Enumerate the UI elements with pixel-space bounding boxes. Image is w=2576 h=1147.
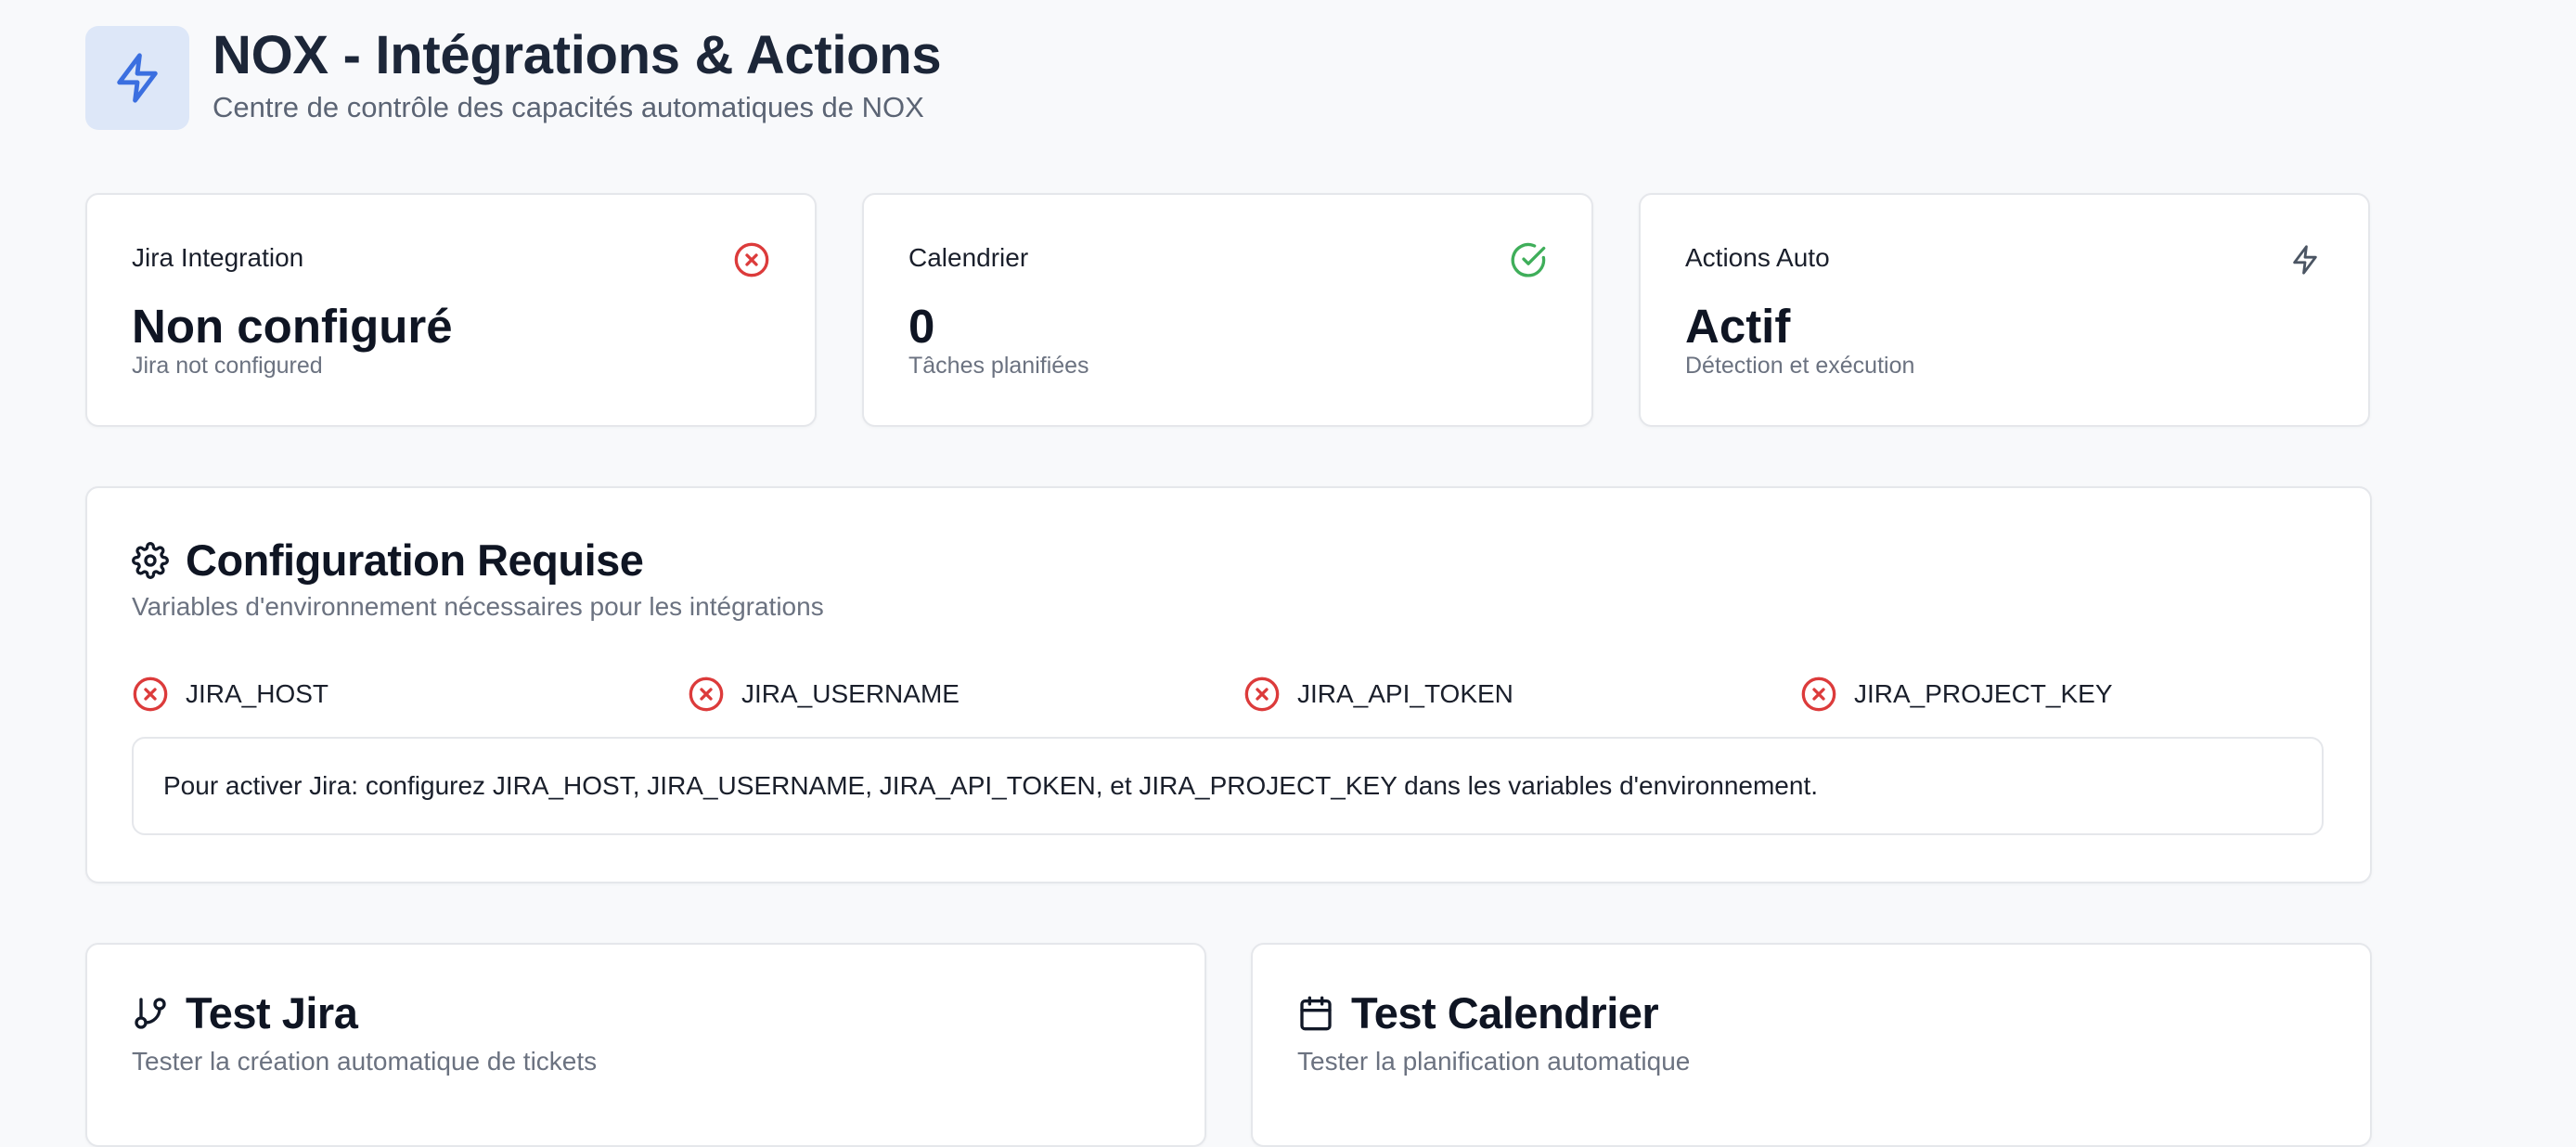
test-jira-description: Tester la création automatique de ticket… — [132, 1047, 598, 1076]
x-circle-icon — [1244, 677, 1280, 712]
x-circle-icon — [689, 677, 724, 712]
config-info-text: Pour activer Jira: configurez JIRA_HOST,… — [163, 771, 1819, 800]
x-circle-icon — [733, 241, 770, 278]
config-info-box: Pour activer Jira: configurez JIRA_HOST,… — [132, 737, 2324, 835]
config-description: Variables d'environnement nécessaires po… — [132, 592, 824, 621]
config-title: Configuration Requise — [186, 535, 644, 585]
lightning-icon — [2286, 241, 2324, 278]
stat-card-calendar: Calendrier 0 Tâches planifiées — [862, 193, 1593, 427]
test-jira-title-row: Test Jira — [132, 987, 358, 1038]
stat-label: Actions Auto — [1685, 243, 1830, 272]
gear-icon — [132, 541, 169, 579]
check-circle-icon — [1510, 241, 1547, 278]
logo-badge — [85, 26, 189, 130]
stat-value: Actif — [1685, 300, 1791, 353]
stat-subtext: Jira not configured — [132, 353, 323, 379]
config-title-row: Configuration Requise — [132, 535, 644, 586]
page-title: NOX - Intégrations & Actions — [213, 25, 942, 85]
env-var-item: JIRA_USERNAME — [688, 674, 960, 715]
env-var-item: JIRA_HOST — [132, 674, 328, 715]
page-header: NOX - Intégrations & Actions Centre de c… — [85, 25, 942, 130]
stat-card-jira: Jira Integration Non configuré Jira not … — [85, 193, 817, 427]
stat-card-actions: Actions Auto Actif Détection et exécutio… — [1639, 193, 2370, 427]
config-card: Configuration Requise Variables d'enviro… — [85, 486, 2372, 883]
x-circle-icon — [133, 677, 168, 712]
test-calendar-card: Test Calendrier Tester la planification … — [1251, 943, 2372, 1147]
stat-value: 0 — [908, 300, 935, 353]
calendar-icon — [1300, 996, 1332, 1030]
env-var-item: JIRA_API_TOKEN — [1243, 674, 1513, 715]
x-circle-icon — [1801, 677, 1836, 712]
env-var-name: JIRA_PROJECT_KEY — [1854, 679, 2113, 708]
test-jira-card: Test Jira Tester la création automatique… — [85, 943, 1206, 1147]
test-calendar-title: Test Calendrier — [1351, 988, 1659, 1037]
stat-label: Jira Integration — [132, 243, 304, 272]
lightning-icon — [117, 53, 158, 103]
stat-subtext: Détection et exécution — [1685, 353, 1915, 379]
test-calendar-title-row: Test Calendrier — [1297, 987, 1659, 1038]
stat-subtext: Tâches planifiées — [908, 353, 1089, 379]
env-var-list: JIRA_HOST JIRA_USERNAME JIRA_API_TOKEN J… — [132, 674, 2359, 715]
env-var-item: JIRA_PROJECT_KEY — [1800, 674, 2113, 715]
env-var-name: JIRA_HOST — [186, 679, 329, 708]
test-jira-title: Test Jira — [186, 988, 358, 1037]
env-var-name: JIRA_API_TOKEN — [1297, 679, 1513, 708]
stat-value: Non configuré — [132, 300, 453, 353]
env-var-name: JIRA_USERNAME — [741, 679, 960, 708]
stat-label: Calendrier — [908, 243, 1029, 272]
git-branch-icon — [135, 997, 166, 1029]
test-calendar-description: Tester la planification automatique — [1297, 1047, 1691, 1076]
page-subtitle: Centre de contrôle des capacités automat… — [213, 91, 924, 123]
